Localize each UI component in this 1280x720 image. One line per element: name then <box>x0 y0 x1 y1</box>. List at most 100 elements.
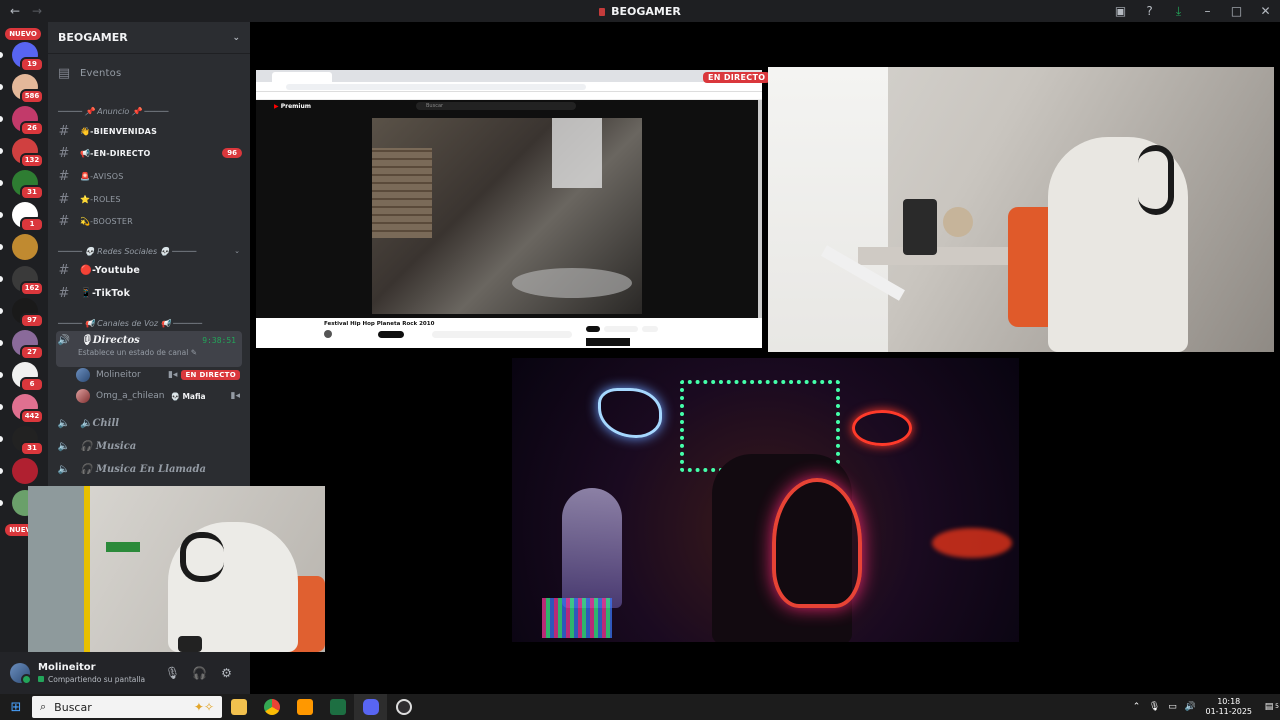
speaker-icon: 🔈 <box>57 417 71 429</box>
volume-icon[interactable]: 🔊 <box>1183 702 1199 712</box>
server-icon[interactable]: 1 <box>12 202 44 232</box>
voice-channel-chill[interactable]: 🔈 🔈Chill <box>56 414 242 432</box>
headphones-icon[interactable]: 🎧 <box>186 666 213 680</box>
server-icon[interactable]: 6 <box>12 362 44 392</box>
events-item[interactable]: ▤ Eventos <box>56 63 242 83</box>
chevron-up-icon[interactable]: ⌃ <box>1129 702 1145 712</box>
channel-label: 💫-BOOSTER <box>80 216 133 226</box>
user-panel: Molineitor Compartiendo su pantalla 🎙 🎧 … <box>0 652 250 694</box>
voice-channel-directos[interactable]: 🔊 🎙Directos 9:38:51 Establece un estado … <box>56 331 242 367</box>
server-icon[interactable] <box>12 458 38 484</box>
screen-share-icon[interactable]: ▣ <box>1106 4 1135 18</box>
server-icon[interactable]: 27 <box>12 330 44 360</box>
user-name[interactable]: Molineitor <box>38 662 159 673</box>
youtube-search-text: Buscar <box>426 103 444 109</box>
subscribe-button <box>378 331 404 338</box>
channel-youtube[interactable]: # 🔴-Youtube <box>56 260 242 280</box>
taskbar-search[interactable]: ⌕ Buscar ✦✧ <box>32 696 222 718</box>
category-social[interactable]: ───── 💀 Redes Sociales 💀 ───── ⌄ <box>58 244 240 258</box>
new-badge: NUEVO <box>5 28 41 40</box>
sparkle-icon: ✦✧ <box>193 700 214 714</box>
excel-icon[interactable] <box>321 694 354 720</box>
channel-status-hint[interactable]: Establece un estado de canal ✎ <box>78 348 242 357</box>
search-icon: ⌕ <box>40 700 47 713</box>
voice-user-omg[interactable]: Omg_a_chilean 💀 Mafia ▮◂ <box>76 386 240 406</box>
unread-pill <box>0 84 3 90</box>
notifications-icon[interactable]: ▤ 5 <box>1259 702 1279 712</box>
settings-gear-icon[interactable]: ⚙ <box>213 666 240 680</box>
avatar <box>76 389 90 403</box>
unread-pill <box>0 404 3 410</box>
server-mention-badge: 31 <box>20 185 44 200</box>
server-icon[interactable]: 31 <box>12 426 44 456</box>
channel-label: ⭐-ROLES <box>80 194 121 204</box>
download-icon[interactable]: ⤓ <box>1164 4 1193 19</box>
voice-channel-musica[interactable]: 🔈 🎧 Musica <box>56 437 242 455</box>
sublime-icon[interactable] <box>288 694 321 720</box>
network-icon[interactable]: ▭ <box>1165 702 1181 712</box>
close-button[interactable]: ✕ <box>1251 4 1280 18</box>
channel-bienvenidas[interactable]: # 👋-BIENVENIDAS <box>56 121 242 141</box>
server-icon[interactable]: 442 <box>12 394 44 424</box>
channel-tiktok[interactable]: # 📱-TikTok <box>56 283 242 303</box>
server-mention-badge: 442 <box>20 409 44 424</box>
server-icon[interactable]: 162 <box>12 266 44 296</box>
voice-user-name: Molineitor <box>96 370 141 380</box>
maximize-button[interactable]: □ <box>1222 4 1251 18</box>
server-icon[interactable]: 586 <box>12 74 44 104</box>
channel-en-directo[interactable]: # 📢-EN-DIRECTO 96 <box>56 143 242 163</box>
windows-start-icon[interactable]: ⊞ <box>0 700 32 715</box>
channel-avisos[interactable]: # 🚨-AVISOS <box>56 166 242 186</box>
server-header[interactable]: BEOGAMER ⌄ <box>48 22 250 54</box>
mention-badge: 96 <box>222 148 242 158</box>
category-announce[interactable]: ───── 📌 Anuncio 📌 ───── <box>58 104 240 118</box>
microphone-icon[interactable]: 🎙 <box>159 666 186 680</box>
obs-icon[interactable] <box>387 694 420 720</box>
video-info-bar: Festival Hip Hop Planeta Rock 2010 <box>256 318 762 348</box>
server-icon[interactable]: 132 <box>12 138 44 168</box>
search-placeholder: Buscar <box>54 700 92 714</box>
voice-channel-musica-llamada[interactable]: 🔈 🎧 Musica En Llamada <box>56 460 242 478</box>
camera-icon: ▮◂ <box>167 370 178 380</box>
discord-taskbar-icon[interactable] <box>354 694 387 720</box>
help-icon[interactable]: ? <box>1135 4 1164 18</box>
channel-booster[interactable]: # 💫-BOOSTER <box>56 211 242 231</box>
minimize-button[interactable]: – <box>1193 4 1222 18</box>
server-mention-badge: 27 <box>20 345 44 360</box>
webcam-tile-room[interactable] <box>768 67 1274 352</box>
server-icon[interactable]: 19 <box>12 42 44 72</box>
back-arrow-icon[interactable]: ← <box>8 4 22 18</box>
channel-roles[interactable]: # ⭐-ROLES <box>56 189 242 209</box>
windows-taskbar: ⊞ ⌕ Buscar ✦✧ ⌃ 🎙 ▭ 🔊 10:18 01-11-2025 ▤… <box>0 694 1280 720</box>
speaker-icon: 🔈 <box>57 463 71 475</box>
user-avatar[interactable] <box>10 663 32 685</box>
chrome-icon[interactable] <box>255 694 288 720</box>
voice-user-molineitor[interactable]: Molineitor ▮◂ EN DIRECTO <box>76 365 240 385</box>
table <box>512 268 632 298</box>
clock-date: 01-11-2025 <box>1205 707 1253 716</box>
youtube-logo-text: Premium <box>280 103 311 110</box>
microphone-tray-icon[interactable]: 🎙 <box>1147 702 1163 712</box>
role-tag: 💀 Mafia <box>170 391 206 401</box>
webcam-tile-rgb[interactable] <box>512 358 1019 642</box>
unread-pill <box>0 244 3 250</box>
file-explorer-icon[interactable] <box>222 694 255 720</box>
voice-channel-label: 🎙Directos <box>80 335 140 346</box>
screen-share-tile[interactable]: ▶ Premium Buscar Festival Hip Hop Planet… <box>256 70 762 348</box>
forward-arrow-icon[interactable]: → <box>30 4 44 18</box>
server-icon[interactable]: 31 <box>12 170 44 200</box>
user-status-text: Compartiendo su pantalla <box>48 675 146 684</box>
server-icon[interactable]: 97 <box>12 298 44 328</box>
category-voice[interactable]: ───── 📢 Canales de Voz 📢 ────── <box>58 316 240 330</box>
pip-webcam[interactable] <box>28 486 325 652</box>
voice-user-name: Omg_a_chilean <box>96 391 165 401</box>
calendar-icon: ▤ <box>57 65 71 81</box>
server-icon[interactable]: 26 <box>12 106 44 136</box>
server-mention-badge: 586 <box>20 89 44 104</box>
server-icon[interactable] <box>12 234 38 260</box>
taskbar-clock[interactable]: 10:18 01-11-2025 <box>1206 697 1253 717</box>
user-status: Compartiendo su pantalla <box>38 675 159 684</box>
skeleton <box>562 488 622 608</box>
youtube-player-area: ▶ Premium Buscar <box>256 100 762 318</box>
server-mention-badge: 19 <box>20 57 44 72</box>
